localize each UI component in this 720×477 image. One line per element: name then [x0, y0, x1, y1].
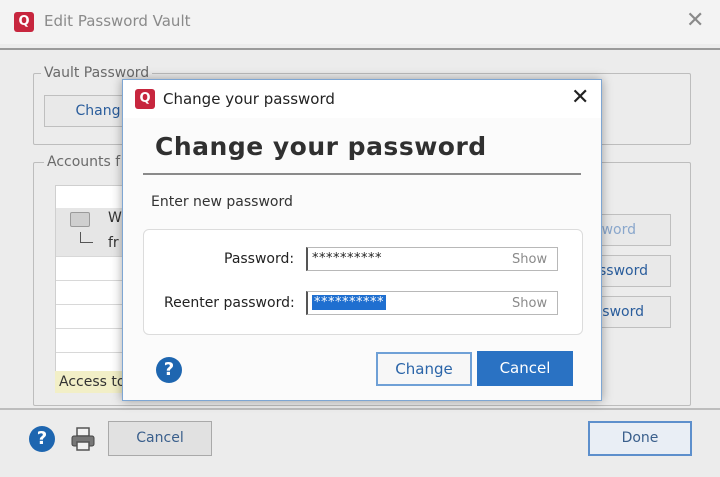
dialog-title: Change your password	[163, 90, 335, 108]
account-row-text: W	[108, 210, 122, 226]
reenter-show-toggle[interactable]: Show	[512, 296, 547, 311]
dialog-cancel-button[interactable]: Cancel	[477, 351, 573, 386]
accounts-group-label: Accounts f	[44, 154, 124, 170]
window-cancel-button[interactable]: Cancel	[108, 421, 212, 456]
list-item[interactable]	[56, 328, 124, 353]
heading-divider	[143, 173, 581, 175]
password-fields-panel: Password: ********** Show Reenter passwo…	[143, 229, 583, 335]
app-logo-icon: Q	[14, 12, 34, 32]
list-item[interactable]	[56, 304, 124, 329]
change-button[interactable]: Change	[376, 352, 472, 386]
password-input[interactable]: ********** Show	[306, 247, 558, 271]
access-info-text: Access to	[59, 374, 126, 390]
bottom-divider	[0, 408, 720, 410]
reenter-password-input[interactable]: ********** Show	[306, 291, 558, 315]
change-vault-password-button[interactable]: Chang	[44, 95, 124, 127]
password-value: **********	[312, 251, 382, 266]
dialog-subheading: Enter new password	[151, 194, 293, 210]
dialog-close-icon[interactable]: ✕	[571, 85, 589, 110]
list-item[interactable]	[56, 256, 124, 281]
window-close-icon[interactable]: ✕	[686, 8, 704, 33]
account-row-text: fr	[108, 235, 119, 251]
titlebar-divider	[0, 48, 720, 50]
password-label: Password:	[224, 251, 295, 267]
reenter-password-label: Reenter password:	[164, 295, 295, 311]
change-password-dialog: Q Change your password ✕ Change your pas…	[122, 79, 602, 401]
reenter-password-value: **********	[312, 295, 386, 310]
window-title: Edit Password Vault	[44, 12, 191, 30]
done-button[interactable]: Done	[588, 421, 692, 456]
list-item[interactable]	[56, 280, 124, 305]
password-show-toggle[interactable]: Show	[512, 252, 547, 267]
dialog-heading: Change your password	[155, 132, 487, 161]
dialog-help-icon[interactable]: ?	[156, 357, 182, 383]
tree-connector	[80, 232, 93, 243]
printer-icon[interactable]	[70, 426, 96, 452]
folder-icon	[70, 212, 90, 227]
help-icon[interactable]: ?	[29, 426, 55, 452]
dialog-logo-icon: Q	[135, 89, 155, 109]
